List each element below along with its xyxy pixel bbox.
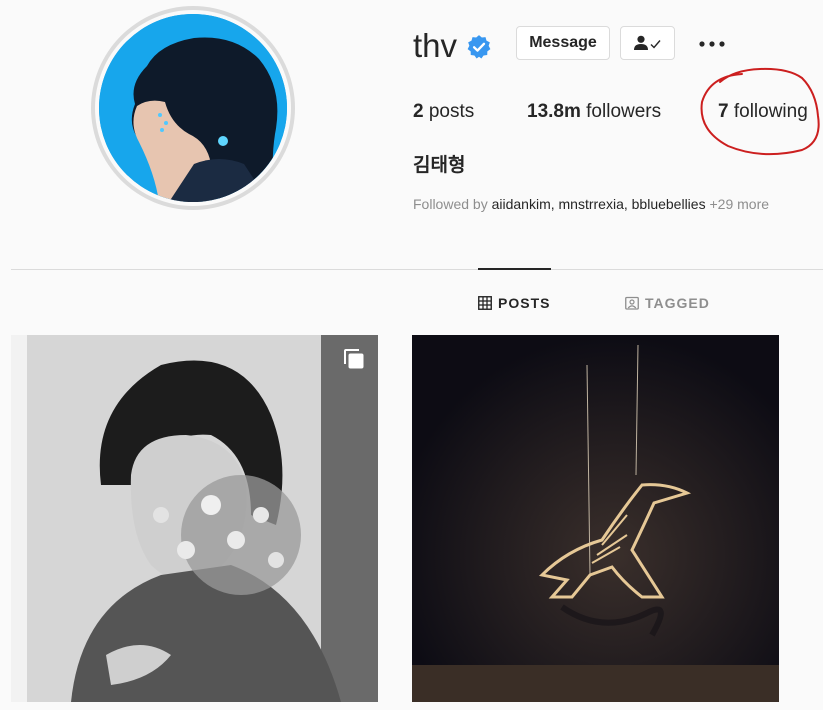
avatar-image xyxy=(99,14,287,202)
followed-by-text[interactable]: Followed by aiidankim, mnstrrexia, bblue… xyxy=(413,196,769,212)
person-check-icon xyxy=(633,35,661,50)
username: thv xyxy=(413,27,458,64)
tagged-icon xyxy=(625,296,639,310)
followers-link[interactable]: 13.8m followers xyxy=(527,99,661,125)
avatar[interactable] xyxy=(91,6,295,210)
following-toggle-button[interactable] xyxy=(620,26,675,60)
ellipsis-icon[interactable] xyxy=(697,34,727,54)
message-button[interactable]: Message xyxy=(516,26,610,60)
grid-icon xyxy=(478,296,492,310)
tab-tagged-label: TAGGED xyxy=(645,295,710,311)
tab-posts[interactable]: POSTS xyxy=(478,293,550,313)
post-thumbnail[interactable] xyxy=(412,335,779,702)
tab-posts-label: POSTS xyxy=(498,295,551,311)
profile-page: thv Message 2 posts 13.8m followers 7 fo… xyxy=(0,0,823,710)
full-name: 김태형 xyxy=(413,155,466,176)
section-divider xyxy=(11,269,823,270)
verified-badge-icon xyxy=(467,35,491,59)
post-thumbnail[interactable] xyxy=(11,335,378,702)
active-tab-indicator xyxy=(478,268,551,270)
tab-tagged[interactable]: TAGGED xyxy=(625,293,710,313)
message-button-label: Message xyxy=(529,34,597,51)
posts-count: 2 posts xyxy=(413,101,475,122)
following-link[interactable]: 7 following xyxy=(718,99,808,125)
multiple-photos-icon xyxy=(344,349,364,369)
